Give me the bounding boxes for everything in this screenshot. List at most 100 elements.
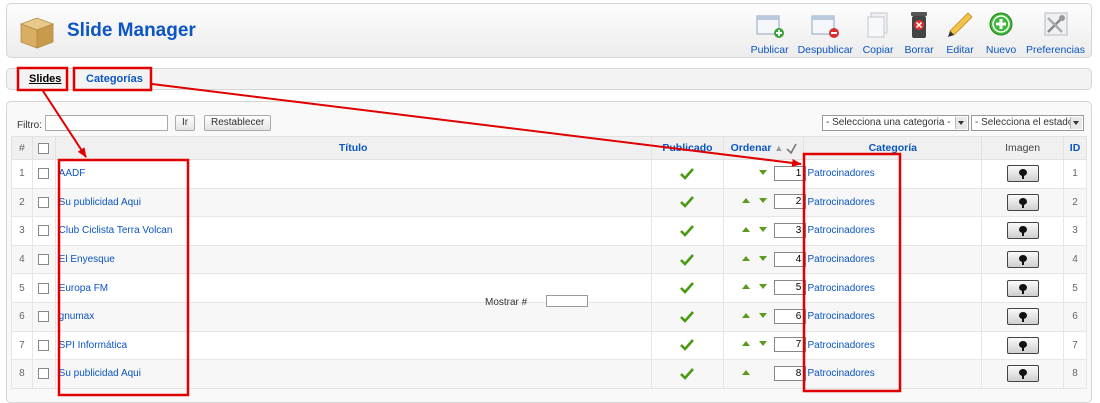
row-number: 1 (11, 159, 33, 189)
order-cell (723, 216, 807, 246)
category-link[interactable]: Patrocinadores (807, 197, 874, 208)
image-preview-icon[interactable] (1006, 251, 1039, 269)
row-checkbox[interactable] (38, 368, 50, 380)
order-down-icon[interactable] (759, 341, 768, 347)
order-input[interactable] (774, 365, 807, 381)
col-image: Imagen (981, 136, 1065, 160)
published-check-icon[interactable] (679, 167, 695, 180)
order-down-icon[interactable] (759, 198, 768, 204)
order-down-icon[interactable] (759, 312, 768, 318)
category-link[interactable]: Patrocinadores (807, 225, 874, 236)
category-link[interactable]: Patrocinadores (807, 283, 874, 294)
title-cell: Su publicidad Aqui (54, 359, 652, 389)
col-category[interactable]: Categoría (803, 136, 983, 160)
row-checkbox[interactable] (38, 168, 50, 180)
col-order[interactable]: Ordenar ▲ (723, 136, 805, 160)
go-button[interactable]: Ir (175, 115, 196, 131)
category-select[interactable]: - Selecciona una categoria - (822, 115, 969, 131)
order-up-icon[interactable] (742, 312, 751, 318)
image-preview-icon[interactable] (1006, 308, 1039, 326)
published-check-icon[interactable] (679, 310, 695, 323)
filter-input[interactable] (45, 115, 168, 131)
row-checkbox[interactable] (38, 225, 50, 237)
pagination-select[interactable] (546, 295, 588, 307)
unpublish-button[interactable]: Despublicar (796, 10, 855, 56)
row-checkbox[interactable] (38, 196, 50, 208)
published-check-icon[interactable] (679, 225, 695, 237)
order-up-icon[interactable] (742, 255, 751, 261)
order-down-icon[interactable] (759, 255, 768, 261)
copy-button[interactable]: Copiar (860, 10, 896, 56)
order-input[interactable] (774, 308, 807, 324)
order-input[interactable] (774, 165, 807, 181)
title-link[interactable]: AADF (59, 168, 86, 179)
slides-table: # Título Publicado Ordenar ▲ Categoría I… (11, 136, 1087, 389)
order-down-icon[interactable] (759, 226, 768, 232)
image-preview-icon[interactable] (1006, 222, 1039, 240)
order-input[interactable] (774, 337, 807, 353)
select-all-checkbox[interactable] (38, 142, 50, 154)
image-preview-icon[interactable] (1006, 365, 1039, 383)
published-check-icon[interactable] (679, 282, 695, 295)
published-check-icon[interactable] (679, 368, 695, 380)
title-link[interactable]: gnumax (59, 311, 95, 322)
row-checkbox-cell (31, 330, 56, 361)
edit-label: Editar (946, 44, 974, 56)
new-label: Nuevo (985, 44, 1017, 56)
publish-button[interactable]: Publicar (749, 10, 791, 56)
title-link[interactable]: Europa FM (59, 283, 108, 294)
tab-slides[interactable]: Slides (29, 73, 61, 85)
category-link[interactable]: Patrocinadores (807, 168, 874, 179)
row-checkbox[interactable] (38, 339, 50, 351)
order-up-icon[interactable] (742, 284, 751, 290)
order-down-icon[interactable] (759, 284, 768, 290)
order-input[interactable] (774, 222, 807, 238)
order-up-icon[interactable] (742, 341, 751, 347)
title-link[interactable]: Su publicidad Aqui (59, 197, 141, 208)
title-link[interactable]: Su publicidad Aqui (59, 368, 141, 379)
preferences-button[interactable]: Preferencias (1024, 10, 1087, 56)
category-link[interactable]: Patrocinadores (807, 254, 874, 265)
order-down-icon[interactable] (759, 169, 768, 175)
published-cell (650, 216, 725, 246)
title-link[interactable]: El Enyesque (59, 254, 115, 265)
save-order-icon[interactable] (786, 143, 797, 155)
order-up-icon[interactable] (742, 369, 751, 375)
image-preview-icon[interactable] (1006, 336, 1039, 354)
order-up-icon[interactable] (742, 198, 751, 204)
category-link[interactable]: Patrocinadores (807, 311, 874, 322)
page-header: Slide Manager Publicar Despublicar Copia… (6, 3, 1092, 58)
published-check-icon[interactable] (679, 339, 695, 352)
order-input[interactable] (774, 194, 807, 210)
image-preview-icon[interactable] (1006, 193, 1039, 211)
published-check-icon[interactable] (679, 253, 695, 266)
row-checkbox[interactable] (38, 282, 50, 294)
order-up-icon[interactable] (742, 226, 751, 232)
published-check-icon[interactable] (679, 196, 695, 209)
tab-categorias[interactable]: Categorías (86, 73, 143, 85)
sort-asc-icon: ▲ (774, 143, 784, 153)
order-input[interactable] (774, 280, 807, 296)
col-published[interactable]: Publicado (650, 136, 725, 160)
row-checkbox-cell (31, 216, 56, 246)
published-cell (650, 273, 725, 303)
image-preview-icon[interactable] (1006, 279, 1039, 297)
order-input[interactable] (774, 251, 807, 267)
edit-button[interactable]: Editar (942, 10, 978, 56)
row-checkbox[interactable] (38, 311, 50, 323)
state-select[interactable]: - Selecciona el estado - (971, 115, 1084, 131)
image-cell (981, 330, 1065, 361)
category-link[interactable]: Patrocinadores (807, 340, 874, 351)
col-id[interactable]: ID (1063, 136, 1087, 160)
title-link[interactable]: Club Ciclista Terra Volcan (59, 225, 173, 236)
delete-button[interactable]: Borrar (901, 10, 937, 56)
row-checkbox-cell (31, 159, 56, 189)
reset-button[interactable]: Restablecer (204, 115, 272, 131)
col-title[interactable]: Título (54, 136, 652, 160)
new-button[interactable]: Nuevo (983, 10, 1019, 56)
row-checkbox[interactable] (38, 254, 50, 265)
category-link[interactable]: Patrocinadores (807, 368, 874, 379)
image-preview-icon[interactable] (1006, 165, 1039, 183)
title-link[interactable]: SPI Informática (59, 340, 127, 351)
order-cell (723, 187, 807, 218)
